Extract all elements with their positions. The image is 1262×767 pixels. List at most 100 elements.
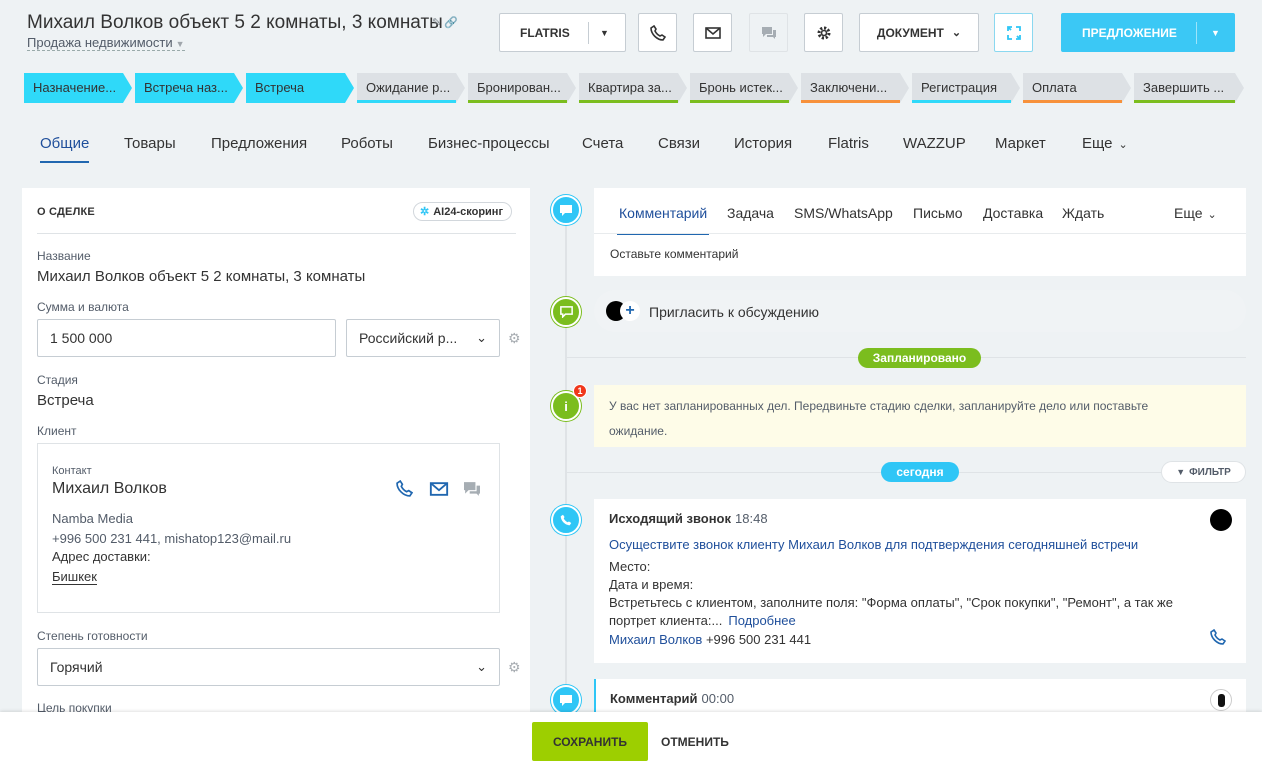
- tab-flatris[interactable]: Flatris: [828, 135, 869, 152]
- phone-icon: [649, 24, 666, 41]
- readiness-value: Горячий: [50, 659, 103, 675]
- stage-color-bar: [690, 100, 789, 103]
- activity-title: Комментарий 00:00: [610, 691, 734, 706]
- chat-icon[interactable]: [462, 481, 482, 502]
- mail-icon[interactable]: [429, 482, 449, 501]
- invite-discussion[interactable]: + Пригласить к обсуждению: [594, 290, 1246, 332]
- stage-item[interactable]: Бронь истек...: [690, 73, 798, 103]
- filter-button[interactable]: ▼ ФИЛЬТР: [1161, 461, 1246, 483]
- link-icon[interactable]: 🔗: [444, 17, 458, 29]
- contact-name: Михаил Волков: [609, 632, 703, 647]
- more-link[interactable]: Подробнее: [728, 613, 795, 628]
- pipeline-selector[interactable]: Продажа недвижимости ▼: [27, 35, 185, 51]
- comment-icon: [551, 685, 581, 715]
- offer-button[interactable]: ПРЕДЛОЖЕНИЕ ▼: [1061, 13, 1235, 52]
- gear-icon[interactable]: ⚙: [508, 330, 521, 347]
- document-button[interactable]: ДОКУМЕНТ ⌄: [859, 13, 979, 52]
- stage-item[interactable]: Заключени...: [801, 73, 909, 103]
- stage-color-bar: [1023, 100, 1122, 103]
- tab-robots[interactable]: Роботы: [341, 135, 393, 152]
- sync-button[interactable]: [994, 13, 1033, 52]
- delivery-address-link[interactable]: Бишкек: [52, 569, 97, 585]
- gear-icon[interactable]: ⚙: [508, 659, 521, 676]
- tab-email[interactable]: Письмо: [913, 205, 963, 221]
- chevron-down-icon[interactable]: ▼: [1211, 28, 1220, 38]
- flatris-button[interactable]: FLATRIS ▼: [499, 13, 626, 52]
- readiness-select[interactable]: Горячий ⌄: [37, 648, 500, 686]
- description-text: Встретьтесь с клиентом, заполните поля: …: [609, 594, 1209, 630]
- stage-label: Стадия: [37, 373, 78, 387]
- save-button[interactable]: СОХРАНИТЬ: [532, 722, 648, 761]
- comment-icon: [551, 195, 581, 225]
- tab-offers[interactable]: Предложения: [211, 135, 307, 152]
- stage-item[interactable]: Регистрация: [912, 73, 1020, 103]
- chat-button[interactable]: [749, 13, 788, 52]
- tab-links[interactable]: Связи: [658, 135, 700, 152]
- call-title: Исходящий звонок: [609, 511, 732, 526]
- stage-color-bar: [912, 100, 1011, 103]
- chevron-down-icon: ⌄: [476, 659, 487, 674]
- stage-item[interactable]: Ожидание р...: [357, 73, 465, 103]
- stage-item[interactable]: Завершить ...: [1134, 73, 1244, 103]
- stage-item[interactable]: Оплата: [1023, 73, 1131, 103]
- phone-icon[interactable]: [1210, 628, 1227, 650]
- edit-link-icons[interactable]: ✎ 🔗: [432, 16, 458, 29]
- chevron-down-icon: ▼: [175, 39, 185, 49]
- stage-label: Встреча наз...: [144, 80, 228, 95]
- tab-delivery[interactable]: Доставка: [983, 205, 1043, 221]
- stage-item[interactable]: Встреча: [246, 73, 354, 103]
- tab-task[interactable]: Задача: [727, 205, 774, 221]
- pipeline-label: Продажа недвижимости: [27, 35, 173, 50]
- call-subject-link[interactable]: Осуществите звонок клиенту Михаил Волков…: [609, 537, 1138, 552]
- avatar[interactable]: [1210, 509, 1232, 531]
- pencil-icon[interactable]: ✎: [432, 17, 441, 29]
- phone-icon[interactable]: [396, 479, 414, 502]
- tab-wazzup[interactable]: WAZZUP: [903, 135, 966, 152]
- call-button[interactable]: [638, 13, 677, 52]
- avatar[interactable]: [1210, 689, 1232, 711]
- tab-sms[interactable]: SMS/WhatsApp: [794, 205, 893, 221]
- tab-business-processes[interactable]: Бизнес-процессы: [428, 135, 550, 152]
- tab-comment[interactable]: Комментарий: [616, 205, 710, 235]
- tab-invoices[interactable]: Счета: [582, 135, 623, 152]
- sum-label: Сумма и валюта: [37, 300, 129, 314]
- stage-value[interactable]: Встреча: [37, 392, 94, 409]
- call-contact[interactable]: Михаил Волков +996 500 231 441: [609, 632, 811, 647]
- currency-select[interactable]: Российский р... ⌄: [346, 319, 500, 357]
- filter-label: ФИЛЬТР: [1189, 466, 1231, 478]
- settings-button[interactable]: [804, 13, 843, 52]
- tab-general[interactable]: Общие: [40, 135, 90, 163]
- mail-icon: [704, 26, 721, 39]
- readiness-label: Степень готовности: [37, 629, 148, 643]
- call-time: 18:48: [735, 511, 768, 526]
- gear-icon: [817, 26, 830, 39]
- tab-market[interactable]: Маркет: [995, 135, 1046, 152]
- chevron-down-icon: ⌄: [951, 27, 962, 39]
- cancel-button[interactable]: ОТМЕНИТЬ: [661, 735, 729, 749]
- ai-scoring-button[interactable]: ✲ AI24-скоринг: [413, 202, 513, 221]
- document-label: ДОКУМЕНТ: [876, 25, 944, 40]
- tab-wait[interactable]: Ждать: [1062, 205, 1104, 221]
- tab-more[interactable]: Еще ⌄: [1082, 135, 1128, 152]
- sum-input[interactable]: 1 500 000: [37, 319, 336, 357]
- contact-type: Контакт: [52, 465, 92, 477]
- contact-phone-email: +996 500 231 441, mishatop123@mail.ru: [52, 531, 292, 546]
- contact-company: Namba Media: [52, 511, 133, 526]
- place-label: Место:: [609, 559, 651, 574]
- name-value[interactable]: Михаил Волков объект 5 2 комнаты, 3 комн…: [37, 268, 365, 285]
- page-title[interactable]: Михаил Волков объект 5 2 комнаты, 3 комн…: [27, 12, 443, 34]
- stage-color-bar: [135, 100, 234, 103]
- comment-input[interactable]: Оставьте комментарий: [610, 247, 738, 261]
- tab-more[interactable]: Еще ⌄: [1174, 205, 1217, 221]
- tab-history[interactable]: История: [734, 135, 792, 152]
- stage-item[interactable]: Назначение...: [24, 73, 132, 103]
- chevron-down-icon[interactable]: ▼: [600, 28, 609, 38]
- stage-item[interactable]: Бронирован...: [468, 73, 576, 103]
- stage-item[interactable]: Встреча наз...: [135, 73, 243, 103]
- email-button[interactable]: [693, 13, 732, 52]
- stage-item[interactable]: Квартира за...: [579, 73, 687, 103]
- tab-products[interactable]: Товары: [124, 135, 176, 152]
- contact-name[interactable]: Михаил Волков: [52, 480, 167, 498]
- stage-label: Квартира за...: [588, 80, 672, 95]
- description-body: Встретьтесь с клиентом, заполните поля: …: [609, 595, 1173, 628]
